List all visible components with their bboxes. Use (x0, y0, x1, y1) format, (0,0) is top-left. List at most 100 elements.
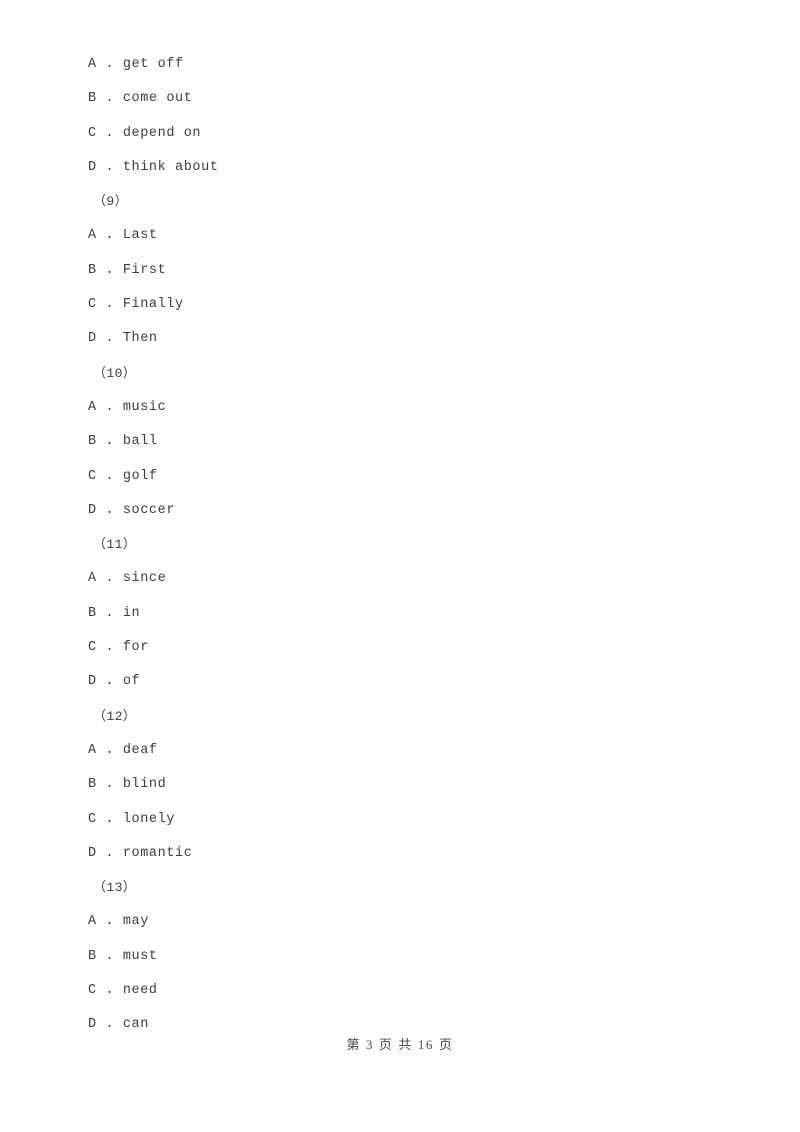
option-letter: A (88, 742, 97, 758)
option-separator: . (96, 811, 123, 827)
answer-option[interactable]: A . deaf (88, 734, 728, 768)
option-separator: . (96, 468, 123, 484)
option-letter: B (88, 605, 97, 621)
option-text: in (122, 605, 141, 621)
answer-option[interactable]: A . may (88, 905, 728, 939)
option-letter: C (88, 983, 97, 999)
option-letter: C (88, 125, 97, 141)
question-list: A . get off B . come out C . depend on D . … (88, 48, 728, 1043)
option-text: romantic (122, 845, 193, 861)
option-text: of (122, 674, 141, 690)
answer-option[interactable]: B . blind (88, 768, 728, 802)
option-separator: . (96, 777, 123, 793)
option-letter: A (88, 571, 97, 587)
option-separator: . (96, 91, 123, 107)
answer-option[interactable]: B . must (88, 940, 728, 974)
option-text: must (122, 948, 158, 964)
option-letter: B (88, 434, 97, 450)
answer-option[interactable]: C . need (88, 974, 728, 1008)
option-letter: B (88, 948, 97, 964)
option-letter: B (88, 777, 97, 793)
option-text: golf (122, 468, 158, 484)
question-number: （11） (93, 537, 137, 553)
answer-option[interactable]: C . Finally (88, 288, 728, 322)
answer-option[interactable]: A . since (88, 562, 728, 596)
option-separator: . (96, 57, 123, 72)
option-separator: . (96, 914, 123, 930)
option-text: ball (122, 434, 158, 450)
option-letter: A (88, 914, 97, 930)
option-letter: C (88, 297, 97, 313)
option-text: blind (122, 777, 167, 793)
option-letter: D (88, 159, 97, 175)
option-separator: . (96, 399, 123, 415)
question-number: （9） (93, 194, 129, 210)
answer-option[interactable]: B . come out (88, 82, 728, 116)
question-number: （12） (93, 708, 137, 724)
question-number: （13） (93, 880, 137, 896)
answer-option[interactable]: A . get off (88, 48, 728, 82)
option-separator: . (96, 297, 123, 313)
question-number: （10） (93, 365, 137, 381)
answer-option[interactable]: D . soccer (88, 494, 728, 528)
option-letter: D (88, 502, 97, 518)
answer-option[interactable]: B . in (88, 597, 728, 631)
option-separator: . (96, 1017, 123, 1033)
answer-option[interactable]: C . golf (88, 460, 728, 494)
option-text: since (122, 571, 167, 587)
option-separator: . (96, 605, 123, 621)
option-separator: . (96, 983, 123, 999)
option-letter: D (88, 845, 97, 861)
option-separator: . (96, 948, 123, 964)
option-text: can (122, 1017, 149, 1033)
option-letter: A (88, 228, 97, 244)
answer-option[interactable]: D . Then (88, 322, 728, 356)
option-text: need (122, 983, 158, 999)
option-separator: . (96, 228, 123, 244)
option-separator: . (96, 502, 123, 518)
option-text: Then (122, 331, 158, 347)
answer-option[interactable]: D . of (88, 665, 728, 699)
option-separator: . (96, 262, 123, 278)
answer-option[interactable]: C . depend on (88, 117, 728, 151)
option-text: depend on (122, 125, 202, 141)
option-letter: D (88, 331, 97, 347)
option-text: soccer (122, 502, 176, 518)
option-text: music (122, 399, 167, 415)
answer-option[interactable]: C . for (88, 631, 728, 665)
option-separator: . (96, 125, 123, 141)
option-letter: C (88, 811, 97, 827)
option-text: get off (122, 57, 184, 72)
option-separator: . (96, 159, 123, 175)
document-page: A . get off B . come out C . depend on D . … (0, 0, 800, 1132)
option-text: for (122, 640, 149, 656)
answer-option[interactable]: D . think about (88, 151, 728, 185)
option-separator: . (96, 434, 123, 450)
option-letter: D (88, 674, 97, 690)
option-text: First (122, 262, 167, 278)
option-separator: . (96, 845, 123, 861)
option-text: lonely (122, 811, 176, 827)
option-letter: D (88, 1017, 97, 1033)
option-separator: . (96, 640, 123, 656)
answer-option[interactable]: B . First (88, 254, 728, 288)
answer-option[interactable]: A . Last (88, 219, 728, 253)
option-letter: B (88, 91, 97, 107)
answer-option[interactable]: D . romantic (88, 837, 728, 871)
answer-option[interactable]: B . ball (88, 425, 728, 459)
option-text: come out (122, 91, 193, 107)
option-separator: . (96, 742, 123, 758)
option-text: may (122, 914, 149, 930)
option-letter: C (88, 640, 97, 656)
option-letter: B (88, 262, 97, 278)
option-letter: A (88, 399, 97, 415)
answer-option[interactable]: A . music (88, 391, 728, 425)
option-letter: A (88, 57, 97, 72)
option-text: deaf (122, 742, 158, 758)
answer-option[interactable]: C . lonely (88, 803, 728, 837)
option-text: Last (122, 228, 158, 244)
option-text: Finally (122, 297, 184, 313)
page-footer: 第 3 页 共 16 页 (346, 1037, 454, 1052)
option-letter: C (88, 468, 97, 484)
option-text: think about (122, 159, 219, 175)
